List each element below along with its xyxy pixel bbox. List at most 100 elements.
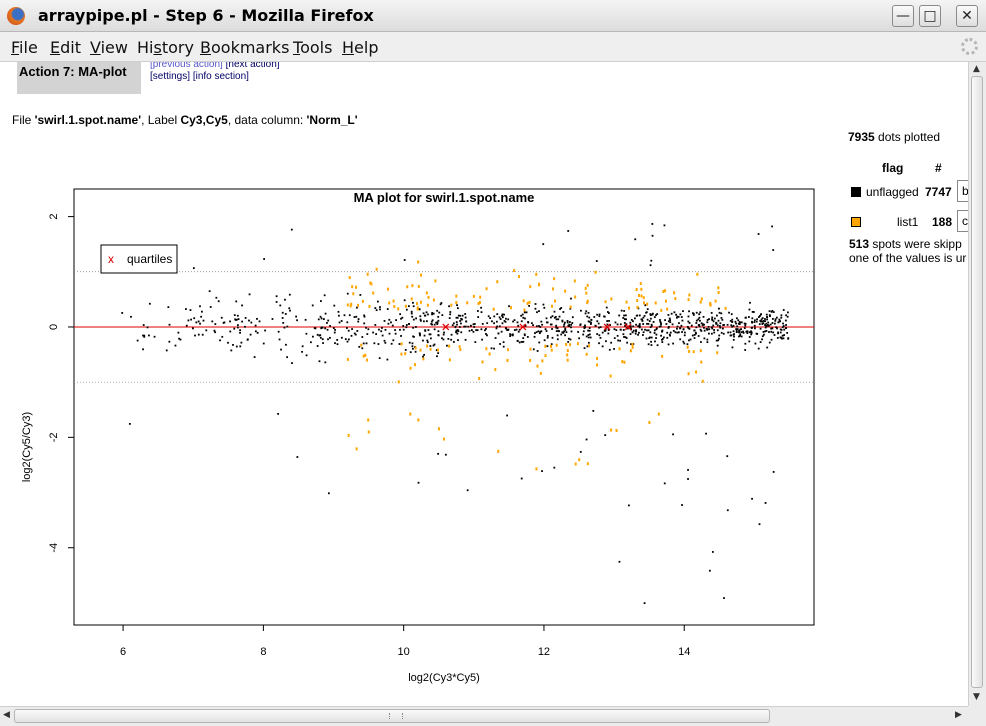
unflagged-point [237, 318, 240, 321]
unflagged-point [622, 329, 625, 331]
unflagged-point [390, 342, 393, 345]
unflagged-point [146, 326, 149, 329]
unflagged-point [493, 322, 495, 325]
list1-point [351, 285, 354, 289]
unflagged-point [441, 337, 443, 340]
unflagged-point [239, 331, 241, 334]
list1-point [576, 342, 579, 346]
unflagged-point [359, 294, 362, 296]
unflagged-point [616, 334, 619, 337]
list1-point [459, 348, 462, 352]
list1-point [687, 372, 690, 376]
vertical-scrollbar[interactable]: ▲ ▼ [968, 62, 986, 706]
unflagged-point [716, 324, 719, 327]
list1-point [425, 291, 428, 295]
horizontal-scroll-thumb[interactable] [14, 709, 770, 723]
unflagged-point [570, 330, 573, 333]
unflagged-point [570, 323, 573, 326]
horizontal-scrollbar[interactable]: ◀ ▶ [0, 706, 968, 726]
y-tick-label-1: 0 [48, 324, 60, 330]
unflagged-point [490, 347, 493, 350]
unflagged-point [250, 321, 253, 324]
unflagged-point [121, 312, 124, 314]
list1-point [426, 303, 429, 307]
unflagged-point [427, 313, 429, 316]
unflagged-point [455, 331, 458, 333]
unflagged-point [452, 322, 455, 325]
list1-point [478, 376, 481, 380]
list1-point [664, 289, 667, 293]
unflagged-point [625, 337, 628, 339]
list1-point [388, 301, 391, 305]
label-prefix: , Label [141, 113, 181, 127]
unflagged-point [214, 323, 217, 326]
unflagged-point [313, 327, 316, 329]
list1-point [551, 287, 554, 291]
minimize-button[interactable]: — [892, 5, 914, 27]
maximize-button[interactable]: □ [919, 5, 941, 27]
unflagged-point [662, 336, 665, 339]
menu-edit[interactable]: Edit [50, 38, 81, 57]
unflagged-point [351, 328, 353, 330]
settings-link[interactable]: [settings] [150, 71, 190, 82]
unflagged-point [564, 327, 567, 330]
unflagged-point [653, 332, 656, 334]
close-button[interactable]: ✕ [956, 5, 978, 27]
info-section-link[interactable]: [info section] [193, 71, 249, 82]
unflagged-point [766, 318, 769, 321]
unflagged-point [555, 330, 558, 333]
list1-point [584, 286, 587, 290]
page-content: Action 7: MA-plot [previous action] [nex… [0, 62, 968, 706]
menu-tools[interactable]: Tools [293, 38, 332, 57]
menu-history[interactable]: History [137, 38, 194, 57]
menu-bookmarks[interactable]: Bookmarks [200, 38, 289, 57]
unflagged-point [598, 342, 600, 345]
skipped-text: spots were skipp [869, 237, 962, 251]
skipped-count: 513 [849, 237, 870, 251]
unflagged-point [682, 340, 685, 343]
menu-help[interactable]: Help [342, 38, 378, 57]
list1-point [642, 301, 645, 305]
unflagged-point [329, 325, 331, 327]
next-action-link[interactable]: [next action] [226, 62, 280, 70]
unflagged-point [707, 332, 710, 335]
unflagged-point [362, 342, 365, 345]
menu-view[interactable]: View [90, 38, 128, 57]
unflagged-point [322, 342, 324, 344]
scroll-right-icon[interactable]: ▶ [955, 710, 962, 720]
scroll-up-icon[interactable]: ▲ [973, 64, 980, 74]
window-title: arraypipe.pl - Step 6 - Mozilla Firefox [38, 6, 374, 25]
unflagged-point [787, 311, 789, 314]
unflagged-point [271, 318, 274, 320]
unflagged-point [736, 317, 738, 320]
scroll-down-icon[interactable]: ▼ [973, 692, 980, 702]
previous-action-link[interactable]: [previous action] [150, 62, 223, 70]
unflagged-point [398, 343, 401, 345]
unflagged-point [386, 308, 389, 310]
unflagged-point [738, 329, 741, 332]
unflagged-point [336, 343, 339, 346]
unflagged-point [277, 330, 280, 333]
unflagged-point [374, 324, 377, 326]
unflagged-symbol-input[interactable]: b [957, 180, 968, 202]
unflagged-point [607, 332, 610, 335]
list1-point [422, 357, 425, 361]
unflagged-point [585, 310, 588, 313]
unflagged-point [653, 316, 656, 319]
unflagged-point [201, 333, 204, 336]
unflagged-point [715, 314, 718, 317]
unflagged-point [378, 357, 381, 360]
list1-point [610, 297, 613, 301]
unflagged-point [766, 346, 769, 349]
unflagged-point [651, 234, 654, 237]
vertical-scroll-thumb[interactable] [971, 76, 983, 688]
scroll-left-icon[interactable]: ◀ [3, 710, 10, 720]
menu-file[interactable]: File [11, 38, 38, 57]
list1-symbol-input[interactable]: c [957, 210, 968, 232]
list1-point [348, 276, 351, 280]
unflagged-point [635, 323, 637, 326]
unflagged-point [754, 342, 757, 345]
unflagged-point [494, 337, 497, 339]
unflagged-point [623, 322, 626, 324]
unflagged-point [680, 316, 683, 318]
